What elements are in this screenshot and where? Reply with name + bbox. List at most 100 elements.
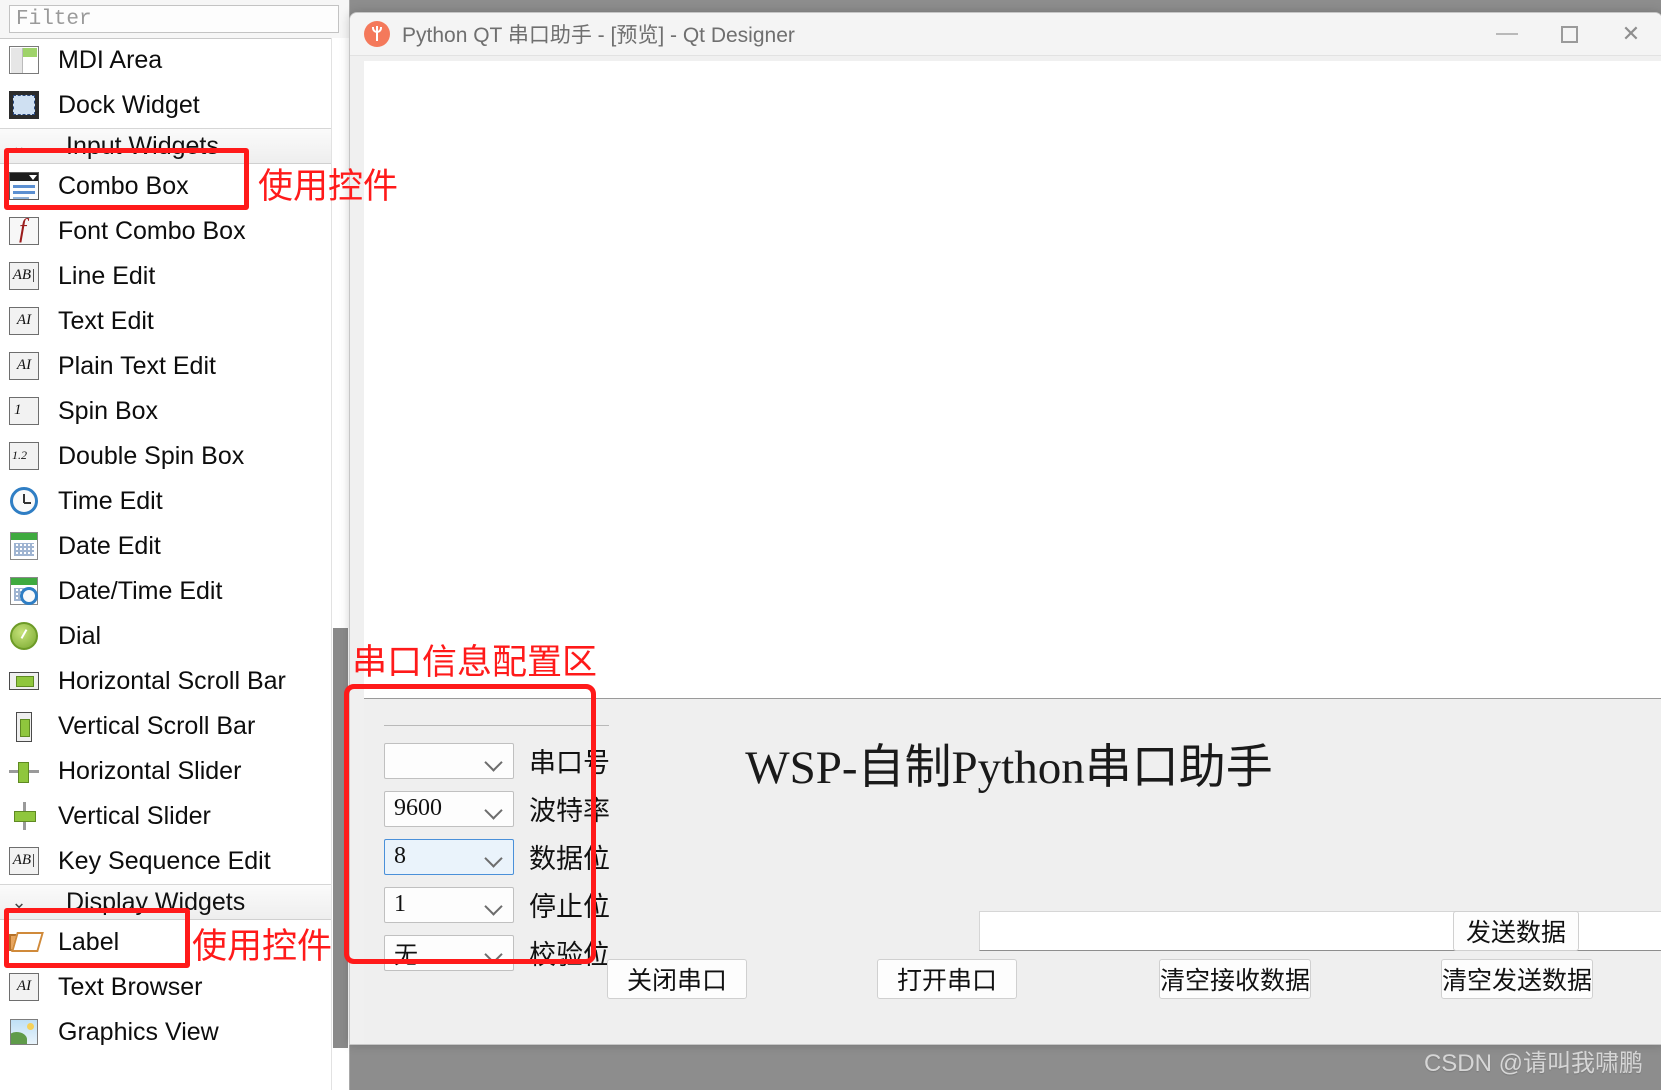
chevron-down-icon [484,752,503,772]
widget-item-line-edit[interactable]: AB| Line Edit [0,254,349,299]
combo-box-annotation-text: 使用控件 [258,167,399,207]
open-port-button[interactable]: 打开串口 [877,959,1017,999]
line-edit-icon: AB| [8,261,42,293]
widget-group-label: Display Widgets [66,887,246,916]
widget-item-font-combo-box[interactable]: Font Combo Box [0,209,349,254]
data-bits-combo[interactable]: 8 [384,838,514,875]
widget-item-label: Dial [58,622,102,650]
widget-item-horizontal-scroll-bar[interactable]: Horizontal Scroll Bar [0,659,349,704]
baud-rate-combo[interactable]: 9600 [384,790,514,827]
graphics-view-icon [8,1017,42,1049]
widget-item-label: Horizontal Scroll Bar [58,667,286,695]
watermark: CSDN @请叫我啸鹏 [1423,1050,1643,1077]
label-icon [8,927,42,959]
widget-item-vertical-slider[interactable]: Vertical Slider [0,794,349,839]
widget-item-date-edit[interactable]: Date Edit [0,524,349,569]
date-time-edit-icon [8,576,42,608]
data-bits-row: 8 数据位 [384,837,610,876]
widget-item-label: Text Browser [58,973,203,1001]
serial-port-label: 串口号 [529,748,610,778]
data-bits-label: 数据位 [529,844,610,874]
widget-item-label: Dock Widget [58,91,200,119]
chevron-down-icon [484,848,503,868]
clear-receive-button[interactable]: 清空接收数据 [1159,959,1311,999]
window-controls: ✕ [1476,13,1661,55]
widget-item-label: Font Combo Box [58,217,246,245]
dial-icon [8,621,42,653]
filter-input[interactable]: Filter [9,5,339,33]
widget-item-label: Plain Text Edit [58,352,216,380]
widget-item-text-edit[interactable]: AI Text Edit [0,299,349,344]
widget-item-mdi-area[interactable]: MDI Area [0,38,349,83]
qt-designer-preview-window: Python QT 串口助手 - [预览] - Qt Designer ✕ WS… [349,12,1661,1045]
page-title: WSP-自制Python串口助手 [745,741,1273,794]
chevron-down-icon: ⌄ [11,891,27,912]
chevron-down-icon: ⌄ [11,135,27,156]
date-edit-icon [8,531,42,563]
minimize-button[interactable] [1476,13,1538,55]
font-combo-box-icon [8,216,42,248]
plain-text-edit-icon: AI [8,351,42,383]
widget-item-label: MDI Area [58,46,163,74]
widget-item-label: Line Edit [58,262,156,290]
widget-item-label: Double Spin Box [58,442,245,470]
key-sequence-edit-icon: AB| [8,846,42,878]
spin-box-icon: 1 [8,396,42,428]
widget-item-label: Combo Box [58,172,189,200]
text-edit-icon: AI [8,306,42,338]
maximize-button[interactable] [1538,13,1600,55]
widget-item-double-spin-box[interactable]: 1.2 Double Spin Box [0,434,349,479]
serial-assistant-form: WSP-自制Python串口助手 串口号 9600 波特率 8 数据位 1 停止… [364,698,1661,1044]
widget-item-label: Label [58,928,120,956]
widget-item-label: Text Edit [58,307,154,335]
widget-item-label: Vertical Scroll Bar [58,712,256,740]
widget-item-label: Time Edit [58,487,163,515]
filter-row: Filter [0,0,349,39]
widget-item-label: Horizontal Slider [58,757,242,785]
widget-item-spin-box[interactable]: 1 Spin Box [0,389,349,434]
horizontal-scroll-bar-icon [8,666,42,698]
baud-rate-row: 9600 波特率 [384,789,610,828]
serial-port-row: 串口号 [384,741,610,780]
baud-rate-value: 9600 [394,795,442,821]
window-title: Python QT 串口助手 - [预览] - Qt Designer [402,24,795,47]
baud-rate-label: 波特率 [529,796,610,826]
widget-item-label: Spin Box [58,397,159,425]
widget-item-graphics-view[interactable]: Graphics View [0,1010,349,1055]
widget-item-time-edit[interactable]: Time Edit [0,479,349,524]
data-bits-value: 8 [394,843,406,869]
widget-item-plain-text-edit[interactable]: AI Plain Text Edit [0,344,349,389]
widget-item-label: Vertical Slider [58,802,211,830]
widget-item-vertical-scroll-bar[interactable]: Vertical Scroll Bar [0,704,349,749]
chevron-down-icon [484,800,503,820]
text-browser-icon: AI [8,972,42,1004]
divider [384,725,609,726]
maximize-icon [1560,25,1578,43]
widget-item-text-browser[interactable]: AI Text Browser [0,965,349,1010]
close-port-button[interactable]: 关闭串口 [607,959,747,999]
send-data-button[interactable]: 发送数据 [1453,911,1579,951]
widget-group-label: Input Widgets [66,131,219,160]
clear-send-button[interactable]: 清空发送数据 [1441,959,1593,999]
label-annotation-text: 使用控件 [192,927,333,967]
close-icon: ✕ [1621,21,1641,46]
widget-item-dial[interactable]: Dial [0,614,349,659]
close-button[interactable]: ✕ [1600,13,1661,55]
widget-item-dock-widget[interactable]: Dock Widget [0,83,349,128]
widget-item-label: Graphics View [58,1018,219,1046]
widget-item-label: Key Sequence Edit [58,847,271,875]
window-titlebar: Python QT 串口助手 - [预览] - Qt Designer ✕ [350,13,1661,56]
widget-item-key-sequence-edit[interactable]: AB| Key Sequence Edit [0,839,349,884]
widget-box-scrollbar-thumb[interactable] [333,628,348,1048]
widget-group-display-widgets[interactable]: ⌄ Display Widgets [0,884,349,920]
time-edit-icon [8,486,42,518]
widget-item-horizontal-slider[interactable]: Horizontal Slider [0,749,349,794]
mdi-area-icon [8,45,42,77]
widget-item-label: Date Edit [58,532,161,560]
combo-box-icon [8,171,42,203]
widget-item-label: Date/Time Edit [58,577,223,605]
double-spin-box-icon: 1.2 [8,441,42,473]
horizontal-slider-icon [8,756,42,788]
serial-port-combo[interactable] [384,742,514,779]
widget-item-date-time-edit[interactable]: Date/Time Edit [0,569,349,614]
